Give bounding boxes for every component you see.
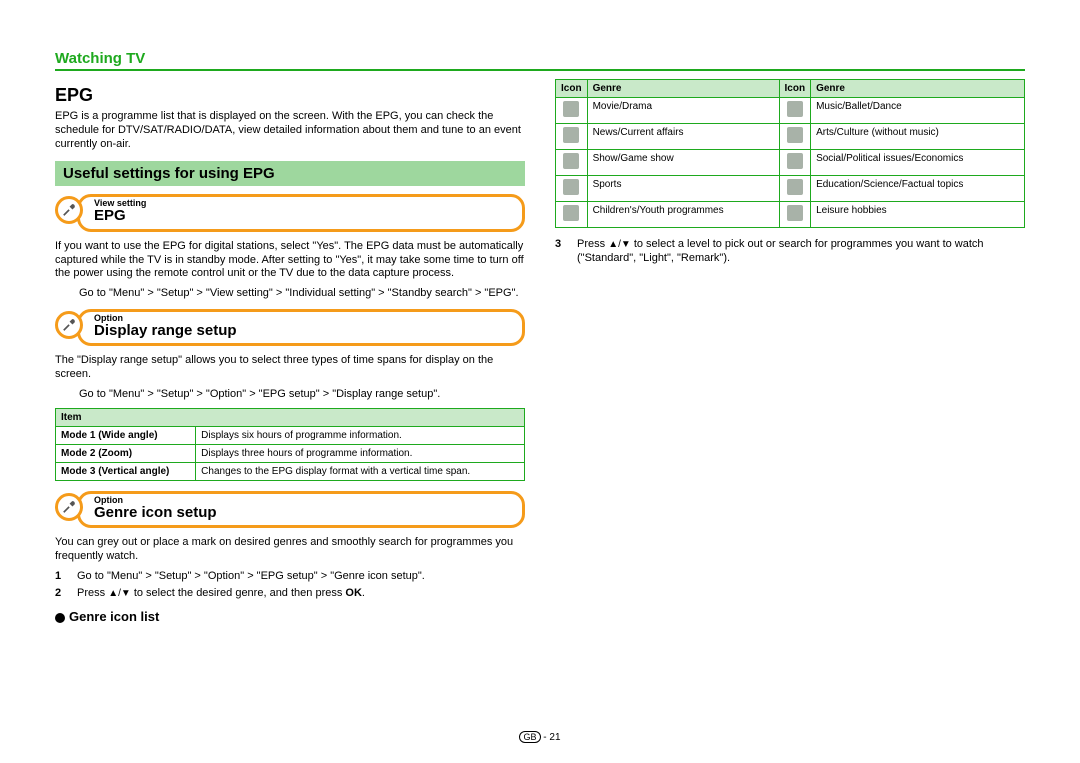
mode-key: Mode 3 (Vertical angle) bbox=[56, 462, 196, 480]
genre-cell: Arts/Culture (without music) bbox=[811, 124, 1025, 150]
page-number: 21 bbox=[549, 732, 560, 743]
display-path: Go to "Menu" > "Setup" > "Option" > "EPG… bbox=[79, 388, 525, 402]
genre-step-3: 3 Press ▲/▼ to select a level to pick out… bbox=[555, 238, 1025, 266]
genre-cell: News/Current affairs bbox=[587, 124, 779, 150]
genre-th: Icon bbox=[779, 80, 811, 98]
genre-icon bbox=[787, 153, 803, 169]
genre-cell: Leisure hobbies bbox=[811, 202, 1025, 228]
pill-epg: View setting EPG bbox=[55, 194, 525, 232]
genre-cell: Sports bbox=[587, 176, 779, 202]
epg-path: Go to "Menu" > "Setup" > "View setting" … bbox=[79, 287, 525, 301]
step-number: 2 bbox=[55, 587, 69, 601]
pill-genre-setup: Option Genre icon setup bbox=[55, 491, 525, 529]
wrench-icon bbox=[55, 493, 83, 521]
mode-table: Item Mode 1 (Wide angle)Displays six hou… bbox=[55, 408, 525, 481]
mode-val: Displays three hours of programme inform… bbox=[196, 444, 525, 462]
intro-paragraph: EPG is a programme list that is displaye… bbox=[55, 110, 525, 151]
wrench-icon bbox=[55, 311, 83, 339]
genre-cell: Music/Ballet/Dance bbox=[811, 98, 1025, 124]
step-3-text: Press ▲/▼ to select a level to pick out … bbox=[577, 238, 1025, 266]
genre-icon bbox=[563, 153, 579, 169]
region-badge: GB bbox=[519, 731, 540, 743]
mode-val: Displays six hours of programme informat… bbox=[196, 426, 525, 444]
genre-cell: Movie/Drama bbox=[587, 98, 779, 124]
up-down-arrow-icon: ▲/▼ bbox=[108, 588, 131, 601]
genre-cell: Social/Political issues/Economics bbox=[811, 150, 1025, 176]
genre-table: Icon Genre Icon Genre Movie/Drama Music/B… bbox=[555, 79, 1025, 228]
genre-icon-list-heading: Genre icon list bbox=[55, 609, 525, 624]
genre-cell: Show/Game show bbox=[587, 150, 779, 176]
pill-title: Genre icon setup bbox=[94, 505, 512, 522]
epg-paragraph: If you want to use the EPG for digital s… bbox=[55, 240, 525, 281]
mode-key: Mode 1 (Wide angle) bbox=[56, 426, 196, 444]
up-down-arrow-icon: ▲/▼ bbox=[608, 239, 631, 252]
genre-th: Genre bbox=[811, 80, 1025, 98]
step-number: 1 bbox=[55, 570, 69, 584]
mode-th: Item bbox=[56, 408, 525, 426]
genre-icon bbox=[563, 205, 579, 221]
pill-title: EPG bbox=[94, 208, 512, 225]
page-header: Watching TV bbox=[55, 50, 1025, 71]
mode-key: Mode 2 (Zoom) bbox=[56, 444, 196, 462]
genre-icon bbox=[787, 127, 803, 143]
genre-icon bbox=[563, 179, 579, 195]
step-number: 3 bbox=[555, 238, 569, 266]
genre-icon bbox=[563, 127, 579, 143]
step-2-text: Press ▲/▼ to select the desired genre, a… bbox=[77, 587, 525, 601]
page-footer: GB - 21 bbox=[0, 731, 1080, 743]
main-title: EPG bbox=[55, 85, 525, 106]
genre-icon bbox=[787, 205, 803, 221]
genre-paragraph: You can grey out or place a mark on desi… bbox=[55, 536, 525, 564]
genre-icon bbox=[563, 101, 579, 117]
genre-th: Genre bbox=[587, 80, 779, 98]
genre-cell: Education/Science/Factual topics bbox=[811, 176, 1025, 202]
pill-display-range: Option Display range setup bbox=[55, 309, 525, 347]
step-1-text: Go to "Menu" > "Setup" > "Option" > "EPG… bbox=[77, 570, 525, 584]
genre-steps: 1 Go to "Menu" > "Setup" > "Option" > "EP… bbox=[55, 570, 525, 602]
genre-cell: Children's/Youth programmes bbox=[587, 202, 779, 228]
content-columns: EPG EPG is a programme list that is disp… bbox=[55, 79, 1025, 679]
mode-val: Changes to the EPG display format with a… bbox=[196, 462, 525, 480]
genre-icon bbox=[787, 101, 803, 117]
genre-icon bbox=[787, 179, 803, 195]
display-paragraph: The "Display range setup" allows you to … bbox=[55, 354, 525, 382]
useful-settings-bar: Useful settings for using EPG bbox=[55, 161, 525, 186]
pill-title: Display range setup bbox=[94, 323, 512, 340]
genre-th: Icon bbox=[556, 80, 588, 98]
pill-super: View setting bbox=[94, 199, 512, 208]
bullet-icon bbox=[55, 613, 65, 623]
